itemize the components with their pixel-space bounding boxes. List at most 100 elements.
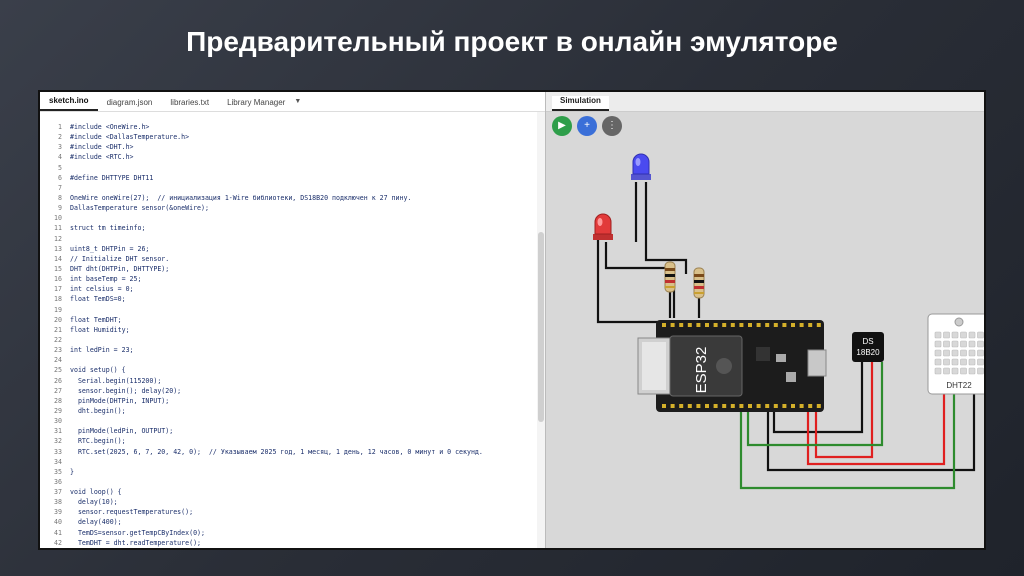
board-pin[interactable] bbox=[679, 404, 684, 408]
code-line[interactable]: 31 pinMode(ledPin, OUTPUT); bbox=[40, 426, 545, 436]
board-pin[interactable] bbox=[662, 323, 666, 327]
code-line[interactable]: 22 bbox=[40, 335, 545, 345]
circuit-canvas[interactable]: ESP32 DS 18B20 DHT22 bbox=[546, 92, 986, 550]
board-pin[interactable] bbox=[782, 404, 787, 408]
code-line[interactable]: 10 bbox=[40, 213, 545, 223]
code-line[interactable]: 14 // Initialize DHT sensor. bbox=[40, 254, 545, 264]
code-line[interactable]: 18 float TemDS=0; bbox=[40, 294, 545, 304]
code-line[interactable]: 13 uint8_t DHTPin = 26; bbox=[40, 244, 545, 254]
board-pin[interactable] bbox=[679, 323, 684, 327]
board-pin[interactable] bbox=[696, 404, 701, 408]
board-pin[interactable] bbox=[816, 323, 821, 327]
board-pin[interactable] bbox=[705, 404, 709, 408]
board-pin[interactable] bbox=[670, 404, 675, 408]
board-pin[interactable] bbox=[773, 404, 778, 408]
more-options-button[interactable]: ⋮ bbox=[602, 116, 622, 136]
code-line[interactable]: 40 delay(400); bbox=[40, 517, 545, 527]
code-line[interactable]: 34 bbox=[40, 457, 545, 467]
board-pin[interactable] bbox=[713, 323, 718, 327]
board-pin[interactable] bbox=[713, 404, 718, 408]
board-pin[interactable] bbox=[670, 323, 675, 327]
led-blue[interactable] bbox=[631, 153, 651, 180]
board-pin[interactable] bbox=[799, 404, 804, 408]
code-line[interactable]: 17 int celsius = 0; bbox=[40, 284, 545, 294]
board-pin[interactable] bbox=[748, 404, 752, 408]
code-line[interactable]: 20 float TemDHT; bbox=[40, 315, 545, 325]
code-line[interactable]: 8 OneWire oneWire(27); // инициализация 1… bbox=[40, 193, 545, 203]
code-line[interactable]: 2 #include <DallasTemperature.h> bbox=[40, 132, 545, 142]
board-pin[interactable] bbox=[808, 323, 813, 327]
esp32-board[interactable]: ESP32 bbox=[637, 320, 827, 412]
code-line[interactable]: 36 bbox=[40, 477, 545, 487]
code-line[interactable]: 23 int ledPin = 23; bbox=[40, 345, 545, 355]
code-line[interactable]: 7 bbox=[40, 183, 545, 193]
led-red[interactable] bbox=[593, 213, 613, 240]
board-pin[interactable] bbox=[808, 404, 813, 408]
editor-scroll-thumb[interactable] bbox=[538, 232, 544, 422]
code-line[interactable]: 39 sensor.requestTemperatures(); bbox=[40, 507, 545, 517]
board-pin[interactable] bbox=[696, 323, 701, 327]
dht22-sensor[interactable]: DHT22 bbox=[927, 313, 986, 395]
tab-menu-caret-icon[interactable]: ▼ bbox=[294, 98, 301, 111]
code-line[interactable]: 27 sensor.begin(); delay(20); bbox=[40, 386, 545, 396]
tab-libraries[interactable]: libraries.txt bbox=[161, 98, 218, 111]
code-line[interactable]: 12 bbox=[40, 234, 545, 244]
run-button[interactable]: ▶ bbox=[552, 116, 572, 136]
add-part-button[interactable]: + bbox=[577, 116, 597, 136]
code-line[interactable]: 21 float Humidity; bbox=[40, 325, 545, 335]
tab-diagram[interactable]: diagram.json bbox=[98, 98, 162, 111]
code-line[interactable]: 25 void setup() { bbox=[40, 365, 545, 375]
code-line[interactable]: 38 delay(10); bbox=[40, 497, 545, 507]
tab-simulation[interactable]: Simulation bbox=[552, 96, 609, 111]
code-line[interactable]: 35} bbox=[40, 467, 545, 477]
board-pin[interactable] bbox=[687, 404, 692, 408]
board-pin[interactable] bbox=[756, 404, 761, 408]
code-line[interactable]: 24 bbox=[40, 355, 545, 365]
code-line[interactable]: 5 bbox=[40, 163, 545, 173]
tab-library-manager[interactable]: Library Manager bbox=[218, 98, 294, 111]
resistor-2[interactable] bbox=[693, 267, 705, 299]
board-pin[interactable] bbox=[765, 404, 770, 408]
board-pin[interactable] bbox=[722, 404, 727, 408]
code-line[interactable]: 37 void loop() { bbox=[40, 487, 545, 497]
code-line[interactable]: 41 TemDS=sensor.getTempCByIndex(0); bbox=[40, 528, 545, 538]
board-pin[interactable] bbox=[748, 323, 752, 327]
code-line[interactable]: 9 DallasTemperature sensor(&oneWire); bbox=[40, 203, 545, 213]
code-line[interactable]: 28 pinMode(DHTPin, INPUT); bbox=[40, 396, 545, 406]
code-line[interactable]: 15 DHT dht(DHTPin, DHTTYPE); bbox=[40, 264, 545, 274]
code-line[interactable]: 11 struct tm timeinfo; bbox=[40, 223, 545, 233]
code-line[interactable]: 26 Serial.begin(115200); bbox=[40, 376, 545, 386]
code-line[interactable]: 6 #define DHTTYPE DHT11 bbox=[40, 173, 545, 183]
editor-scrollbar[interactable] bbox=[537, 112, 545, 548]
code-line[interactable]: 16 int baseTemp = 25; bbox=[40, 274, 545, 284]
board-pin[interactable] bbox=[756, 323, 761, 327]
board-pin[interactable] bbox=[662, 404, 666, 408]
board-pin[interactable] bbox=[730, 323, 735, 327]
board-pin[interactable] bbox=[687, 323, 692, 327]
code-line[interactable]: 19 bbox=[40, 305, 545, 315]
board-pin[interactable] bbox=[739, 323, 744, 327]
board-pin[interactable] bbox=[765, 323, 770, 327]
board-pin[interactable] bbox=[791, 404, 795, 408]
code-line[interactable]: 1 #include <OneWire.h> bbox=[40, 122, 545, 132]
resistor-1[interactable] bbox=[664, 261, 676, 293]
tab-sketch[interactable]: sketch.ino bbox=[40, 96, 98, 111]
board-pin[interactable] bbox=[730, 404, 735, 408]
code-line[interactable]: 32 RTC.begin(); bbox=[40, 436, 545, 446]
board-pin[interactable] bbox=[739, 404, 744, 408]
code-line[interactable]: 29 dht.begin(); bbox=[40, 406, 545, 416]
board-pin[interactable] bbox=[722, 323, 727, 327]
code-line[interactable]: 3 #include <DHT.h> bbox=[40, 142, 545, 152]
board-pin[interactable] bbox=[799, 323, 804, 327]
board-pin[interactable] bbox=[791, 323, 795, 327]
code-line[interactable]: 30 bbox=[40, 416, 545, 426]
code-line[interactable]: 4 #include <RTC.h> bbox=[40, 152, 545, 162]
code-area[interactable]: 1 #include <OneWire.h> 2 #include <DallasTe… bbox=[40, 122, 545, 548]
code-line[interactable]: 42 TemDHT = dht.readTemperature(); bbox=[40, 538, 545, 548]
code-line[interactable]: 33 RTC.set(2025, 6, 7, 20, 42, 0); // Ук… bbox=[40, 447, 545, 457]
board-pin[interactable] bbox=[816, 404, 821, 408]
board-pin[interactable] bbox=[782, 323, 787, 327]
board-pin[interactable] bbox=[705, 323, 709, 327]
ds18b20-sensor[interactable]: DS 18B20 bbox=[852, 332, 884, 362]
board-pin[interactable] bbox=[773, 323, 778, 327]
